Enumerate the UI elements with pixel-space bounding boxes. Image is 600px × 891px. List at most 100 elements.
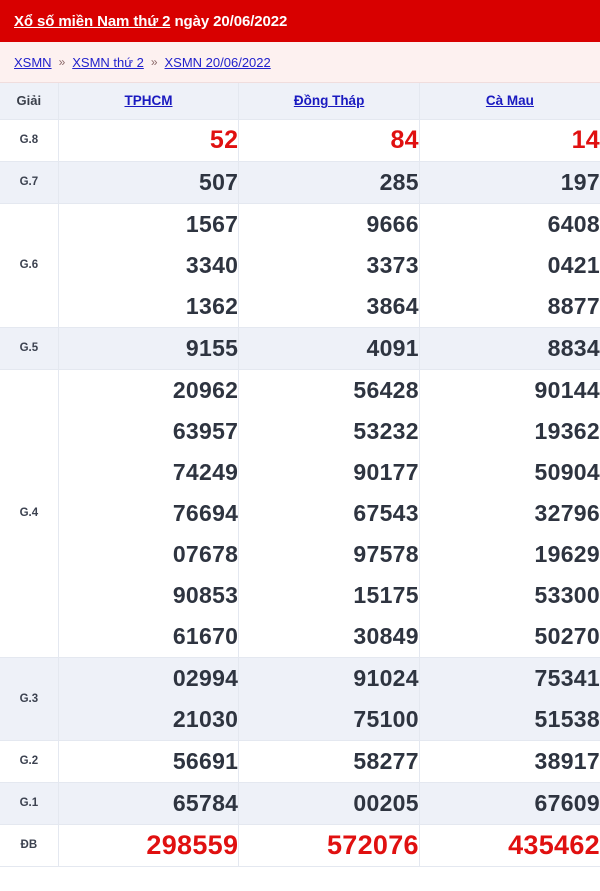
lottery-number: 3373 — [366, 251, 419, 278]
prize-label: G.1 — [0, 782, 59, 825]
lottery-number: 15175 — [353, 581, 419, 608]
lottery-number: 21030 — [172, 705, 239, 732]
lottery-number: 9155 — [185, 334, 239, 361]
page-title-date: ngày 20/06/2022 — [170, 12, 288, 30]
prize-numbers-tphcm: 298559 — [58, 824, 240, 867]
lottery-number: 53300 — [534, 581, 600, 608]
lottery-number: 0421 — [547, 251, 600, 278]
page-title-link[interactable]: Xổ số miền Nam thứ 2 — [14, 13, 171, 30]
breadcrumb-item-xsmn-thu-2[interactable]: XSMN thứ 2 — [72, 55, 144, 70]
table-row: G.5 9155 4091 8834 — [0, 327, 600, 370]
prize-numbers-camau: 14 — [419, 119, 600, 162]
lottery-number: 65784 — [172, 789, 239, 816]
page-title-bar: Xổ số miền Nam thứ 2 ngày 20/06/2022 — [0, 0, 600, 42]
prize-numbers-dongthap: 91024 75100 — [238, 657, 420, 741]
breadcrumb-item-xsmn-date[interactable]: XSMN 20/06/2022 — [165, 55, 271, 70]
lottery-number: 52 — [209, 125, 239, 154]
lottery-number: 90177 — [353, 458, 419, 485]
table-body: G.8 52 84 14 G.7 507 285 197 G.6 1567 3340 1362 9666… — [0, 119, 600, 867]
breadcrumb-separator-2: » — [150, 55, 158, 69]
lottery-number: 9666 — [366, 210, 419, 237]
lottery-number: 76694 — [172, 499, 239, 526]
lottery-number: 51538 — [534, 705, 600, 732]
lottery-number: 75341 — [534, 664, 600, 691]
prize-numbers-camau: 435462 — [419, 824, 600, 867]
lottery-number: 67609 — [534, 789, 600, 816]
lottery-number: 74249 — [172, 458, 239, 485]
prize-label: G.2 — [0, 740, 59, 783]
lottery-number: 507 — [199, 168, 239, 195]
prize-numbers-tphcm: 56691 — [58, 740, 240, 783]
prize-numbers-dongthap: 00205 — [238, 782, 420, 825]
prize-numbers-camau: 75341 51538 — [419, 657, 600, 741]
prize-numbers-tphcm: 1567 3340 1362 — [58, 203, 240, 328]
lottery-number: 97578 — [353, 540, 419, 567]
lottery-number: 298559 — [146, 829, 239, 860]
column-header-camau: Cà Mau — [419, 83, 600, 120]
lottery-number: 53232 — [353, 417, 419, 444]
table-header-row: Giải TPHCM Đồng Tháp Cà Mau — [0, 83, 600, 120]
table-row: G.7 507 285 197 — [0, 161, 600, 204]
lottery-number: 8877 — [547, 292, 600, 319]
breadcrumb-separator-1: » — [58, 55, 66, 69]
prize-label: G.6 — [0, 203, 59, 328]
lottery-number: 56691 — [172, 747, 239, 774]
column-header-camau-link[interactable]: Cà Mau — [486, 93, 534, 108]
prize-numbers-dongthap: 84 — [238, 119, 420, 162]
lottery-number: 3864 — [366, 292, 419, 319]
page-title: Xổ số miền Nam thứ 2 ngày 20/06/2022 — [14, 13, 287, 30]
lottery-number: 84 — [390, 125, 419, 154]
lottery-number: 91024 — [353, 664, 419, 691]
prize-numbers-camau: 67609 — [419, 782, 600, 825]
breadcrumb-item-xsmn[interactable]: XSMN — [14, 55, 52, 70]
prize-numbers-dongthap: 56428 53232 90177 67543 97578 15175 30849 — [238, 369, 420, 658]
lottery-number: 38917 — [534, 747, 600, 774]
prize-numbers-dongthap: 58277 — [238, 740, 420, 783]
prize-numbers-camau: 38917 — [419, 740, 600, 783]
prize-numbers-dongthap: 9666 3373 3864 — [238, 203, 420, 328]
lottery-number: 1362 — [185, 292, 239, 319]
table-row: G.3 02994 21030 91024 75100 75341 51538 — [0, 657, 600, 741]
column-header-tphcm: TPHCM — [58, 83, 240, 120]
lottery-number: 1567 — [185, 210, 239, 237]
lottery-number: 56428 — [353, 376, 419, 403]
lottery-number: 90853 — [172, 581, 239, 608]
lottery-number: 00205 — [353, 789, 419, 816]
lottery-results-table: Giải TPHCM Đồng Tháp Cà Mau G.8 52 84 14 G.7… — [0, 83, 600, 867]
column-header-prize: Giải — [0, 83, 59, 120]
lottery-number: 20962 — [172, 376, 239, 403]
lottery-number: 19362 — [534, 417, 600, 444]
column-header-tphcm-link[interactable]: TPHCM — [124, 93, 172, 108]
lottery-number: 61670 — [172, 622, 239, 649]
lottery-number: 67543 — [353, 499, 419, 526]
prize-numbers-tphcm: 507 — [58, 161, 240, 204]
prize-numbers-camau: 90144 19362 50904 32796 19629 53300 50270 — [419, 369, 600, 658]
lottery-number: 285 — [379, 168, 419, 195]
prize-numbers-camau: 8834 — [419, 327, 600, 370]
lottery-number: 197 — [560, 168, 600, 195]
prize-numbers-tphcm: 02994 21030 — [58, 657, 240, 741]
lottery-number: 19629 — [534, 540, 600, 567]
prize-numbers-tphcm: 52 — [58, 119, 240, 162]
lottery-number: 02994 — [172, 664, 239, 691]
lottery-number: 75100 — [353, 705, 419, 732]
prize-label: G.3 — [0, 657, 59, 741]
prize-label: G.8 — [0, 119, 59, 162]
lottery-number: 572076 — [326, 829, 419, 860]
column-header-dongthap-link[interactable]: Đồng Tháp — [294, 93, 365, 108]
prize-label: G.4 — [0, 369, 59, 658]
lottery-number: 50270 — [534, 622, 600, 649]
lottery-number: 58277 — [353, 747, 419, 774]
table-row: ĐB 298559 572076 435462 — [0, 824, 600, 867]
lottery-number: 4091 — [366, 334, 419, 361]
lottery-number: 30849 — [353, 622, 419, 649]
table-row: G.6 1567 3340 1362 9666 3373 3864 6408 0421 8877 — [0, 203, 600, 328]
lottery-number: 14 — [571, 125, 600, 154]
lottery-number: 32796 — [534, 499, 600, 526]
prize-numbers-tphcm: 20962 63957 74249 76694 07678 90853 61670 — [58, 369, 240, 658]
prize-numbers-camau: 197 — [419, 161, 600, 204]
lottery-number: 07678 — [172, 540, 239, 567]
column-header-dongthap: Đồng Tháp — [238, 83, 420, 120]
table-row: G.1 65784 00205 67609 — [0, 782, 600, 825]
lottery-number: 63957 — [172, 417, 239, 444]
